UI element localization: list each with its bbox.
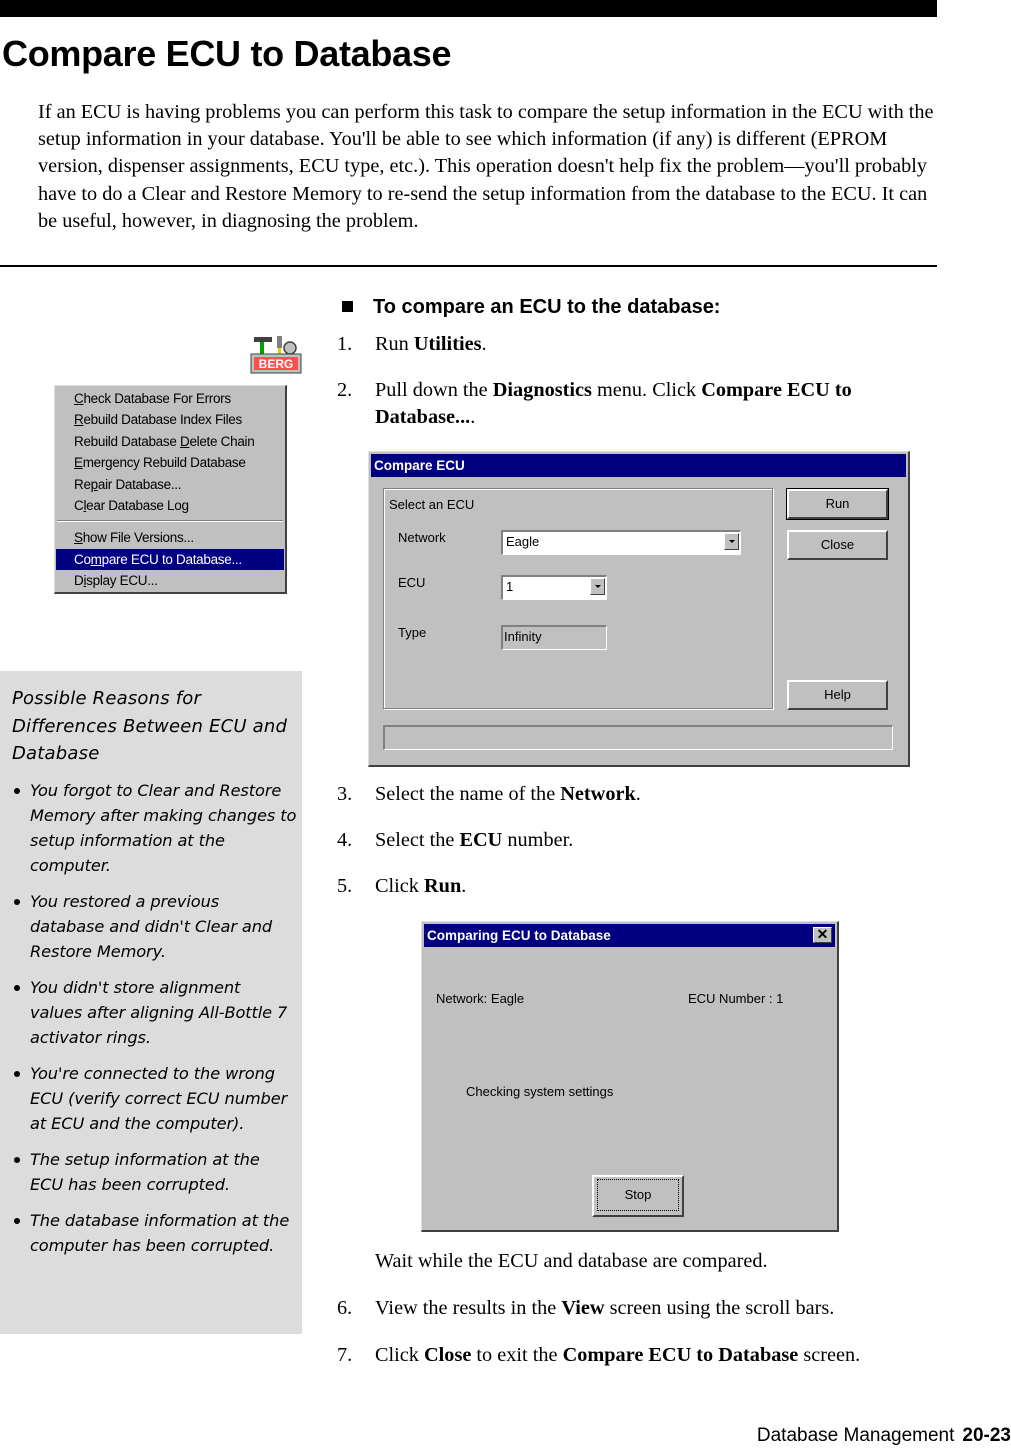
close-icon[interactable]: ✕ xyxy=(813,927,832,943)
bullet-icon xyxy=(14,1157,20,1163)
procedure-step: 3. Select the name of the Network. xyxy=(337,781,927,808)
bullet-icon xyxy=(14,899,20,905)
square-bullet-icon xyxy=(342,301,353,312)
menu-item[interactable]: Check Database For Errors xyxy=(55,388,285,409)
procedure-step: 4. Select the ECU number. xyxy=(337,827,927,854)
dialog-titlebar: Compare ECU xyxy=(371,454,906,477)
status-bar xyxy=(383,725,893,750)
step-text: Click Close to exit the Compare ECU to D… xyxy=(375,1344,861,1366)
chevron-down-icon[interactable] xyxy=(590,578,605,595)
reasons-list: You forgot to Clear and Restore Memory a… xyxy=(12,778,297,1269)
stop-button[interactable]: Stop xyxy=(592,1175,684,1217)
type-label: Type xyxy=(398,625,427,640)
network-label: Network xyxy=(398,530,446,545)
ecu-label: ECU xyxy=(398,575,426,590)
type-field: Infinity xyxy=(501,625,607,650)
sidebar-heading: Possible Reasons for Differences Between… xyxy=(12,688,288,764)
procedure-heading: To compare an ECU to the database: xyxy=(342,296,720,319)
step-number: 6. xyxy=(337,1297,353,1319)
procedure-step: 5. Click Run. xyxy=(337,873,927,900)
chevron-down-icon[interactable] xyxy=(724,533,739,550)
menu-item[interactable]: Repair Database... xyxy=(55,474,285,495)
menu-item[interactable]: Compare ECU to Database... xyxy=(56,548,284,571)
menu-separator xyxy=(57,520,283,523)
step-text: Wait while the ECU and database are comp… xyxy=(375,1250,768,1272)
step-number: 1. xyxy=(337,333,353,355)
ecu-number-readout: ECU Number : 1 xyxy=(688,991,784,1006)
procedure-note: Wait while the ECU and database are comp… xyxy=(337,1248,927,1275)
run-button[interactable]: Run xyxy=(786,488,889,520)
procedure-step: 6. View the results in the View screen us… xyxy=(337,1295,927,1322)
reason-item: You forgot to Clear and Restore Memory a… xyxy=(12,778,297,878)
step-number: 3. xyxy=(337,783,353,805)
compare-ecu-dialog: Compare ECU Select an ECU Network Eagle … xyxy=(368,451,910,767)
menu-item[interactable]: Show File Versions... xyxy=(55,527,285,548)
group-label: Select an ECU xyxy=(389,497,475,512)
step-number: 4. xyxy=(337,829,353,851)
ecu-dropdown[interactable]: 1 xyxy=(501,575,607,600)
procedure-step: 1. Run Utilities. xyxy=(337,331,927,358)
menu-item[interactable]: Rebuild Database Index Files xyxy=(55,409,285,430)
step-text: Run Utilities. xyxy=(375,333,487,355)
network-readout: Network: Eagle xyxy=(436,991,525,1006)
step-number: 7. xyxy=(337,1344,353,1366)
page-number: 20-23 xyxy=(962,1425,1011,1446)
page-footer: Database Management 20-23 xyxy=(757,1425,1011,1447)
network-dropdown[interactable]: Eagle xyxy=(501,530,741,555)
comparing-ecu-dialog: Comparing ECU to Database ✕ Network: Eag… xyxy=(421,921,839,1232)
procedure-step: 7. Click Close to exit the Compare ECU to… xyxy=(337,1342,927,1369)
menu-item[interactable]: Emergency Rebuild Database xyxy=(55,452,285,473)
reason-item: You didn't store alignment values after … xyxy=(12,975,297,1050)
bullet-icon xyxy=(14,788,20,794)
bullet-icon xyxy=(14,1071,20,1077)
berg-utilities-icon: BERG xyxy=(250,334,302,374)
intro-paragraph: If an ECU is having problems you can per… xyxy=(38,101,934,232)
progress-status-text: Checking system settings xyxy=(466,1084,614,1099)
reason-item: The database information at the computer… xyxy=(12,1208,297,1258)
footer-section: Database Management xyxy=(756,1425,955,1446)
close-button[interactable]: Close xyxy=(787,530,888,560)
menu-item[interactable]: Clear Database Log xyxy=(55,495,285,516)
section-divider xyxy=(0,265,937,267)
reason-item: You're connected to the wrong ECU (verif… xyxy=(12,1061,297,1136)
help-button[interactable]: Help xyxy=(787,680,888,710)
menu-item[interactable]: Rebuild Database Delete Chain xyxy=(55,431,285,452)
step-text: View the results in the View screen usin… xyxy=(375,1297,835,1319)
step-number: 5. xyxy=(337,875,353,897)
top-rule-bar xyxy=(0,0,937,17)
page-title: Compare ECU to Database xyxy=(2,33,452,74)
menu-item[interactable]: Display ECU... xyxy=(55,570,285,591)
step-text: Click Run. xyxy=(375,875,467,897)
bullet-icon xyxy=(14,985,20,991)
diagnostics-menu: Check Database For Errors Rebuild Databas… xyxy=(54,385,287,594)
step-text: Select the name of the Network. xyxy=(375,783,641,805)
reason-item: The setup information at the ECU has bee… xyxy=(12,1147,297,1197)
step-text: Select the ECU number. xyxy=(375,829,574,851)
step-text: Pull down the Diagnostics menu. Click Co… xyxy=(375,379,852,428)
procedure-step: 2. Pull down the Diagnostics menu. Click … xyxy=(337,377,927,431)
reason-item: You restored a previous database and did… xyxy=(12,889,297,964)
bullet-icon xyxy=(14,1218,20,1224)
dialog-titlebar: Comparing ECU to Database ✕ xyxy=(424,924,835,947)
reasons-sidebar: Possible Reasons for Differences Between… xyxy=(0,671,302,1334)
svg-text:BERG: BERG xyxy=(259,357,294,371)
step-number: 2. xyxy=(337,379,353,401)
